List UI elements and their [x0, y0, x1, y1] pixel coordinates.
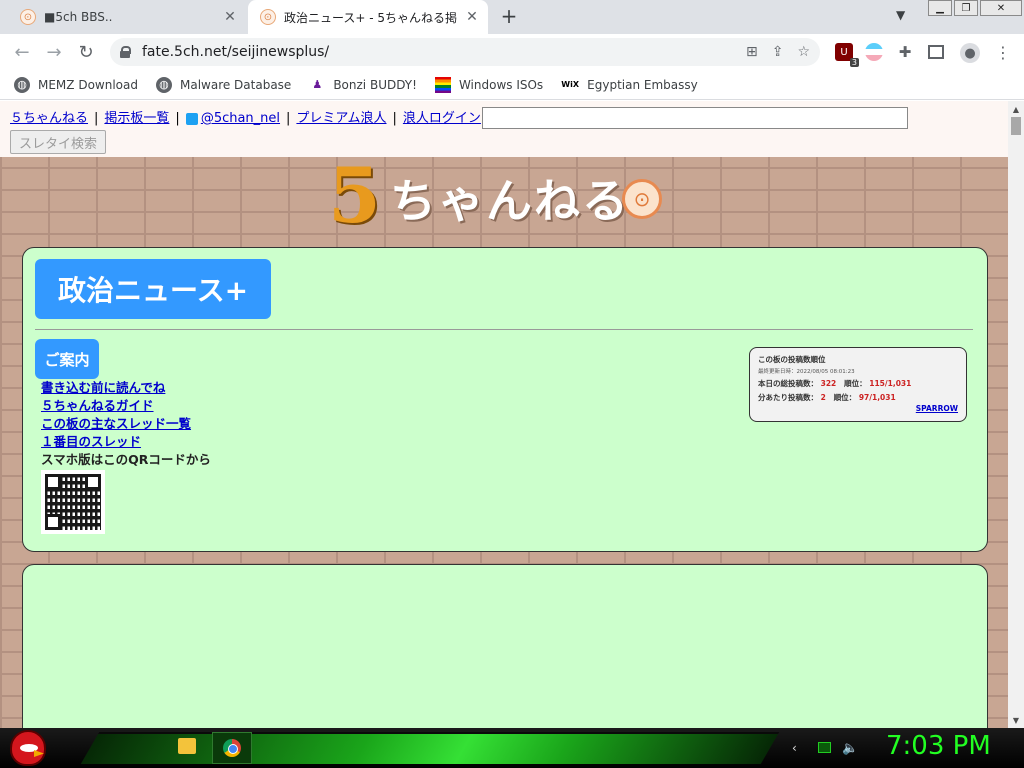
twitter-icon	[185, 112, 198, 125]
start-button-angry-bird-icon[interactable]	[10, 730, 46, 766]
guide-link-5ch-guide[interactable]: ５ちゃんねるガイド	[41, 397, 211, 415]
translate-icon[interactable]: ⊞	[746, 44, 758, 60]
nav-link-twitter[interactable]: @5chan_nel	[201, 111, 280, 126]
trans-flag-extension-icon[interactable]	[865, 43, 883, 61]
omnibox-actions: ⊞ ⇪ ☆	[746, 44, 810, 60]
5ch-seal-icon: ⊙	[260, 9, 276, 25]
address-bar[interactable]: fate.5ch.net/seijinewsplus/ ⊞ ⇪ ☆	[110, 38, 820, 66]
bookmark-memz[interactable]: ◍ MEMZ Download	[14, 76, 138, 93]
minimize-button[interactable]: ▁	[928, 0, 952, 16]
bookmark-egyptian-embassy[interactable]: WiX Egyptian Embassy	[561, 77, 698, 93]
rank-title: この板の投稿数順位	[758, 355, 826, 364]
per-min-rank: 97/1,031	[858, 393, 896, 402]
tab-strip: ⊙ ■5ch BBS.. ✕ ⊙ 政治ニュース+ - 5ちゃんねる掲 ✕ + ▼…	[0, 0, 1024, 34]
chrome-taskbar-button[interactable]	[212, 732, 252, 764]
bookmark-windows-isos[interactable]: Windows ISOs	[434, 76, 544, 93]
extensions-puzzle-icon[interactable]: ✚	[896, 43, 914, 61]
scroll-down-arrow-icon[interactable]: ▼	[1008, 712, 1024, 728]
guide-link-thread-list[interactable]: この板の主なスレッド一覧	[41, 415, 211, 433]
5ch-seal-icon: ⊙	[622, 179, 662, 219]
globe-icon: ◍	[14, 76, 30, 93]
lock-icon[interactable]	[120, 46, 131, 58]
bookmark-star-icon[interactable]: ☆	[797, 44, 810, 60]
qr-caption: スマホ版はこのQRコードから	[41, 452, 211, 467]
web-content: ５ちゃんねる|掲示板一覧|@5chan_nel|プレミアム浪人|浪人ログイン| …	[0, 101, 1008, 728]
sparrow-link[interactable]: SPARROW	[916, 404, 958, 413]
forward-arrow-icon[interactable]: →	[44, 42, 64, 63]
window-close-button[interactable]: ✕	[980, 0, 1022, 16]
nav-link-premium[interactable]: プレミアム浪人	[296, 111, 386, 126]
back-arrow-icon[interactable]: ←	[12, 42, 32, 63]
thread-search-button[interactable]: スレタイ検索	[10, 130, 106, 154]
rank-per-min-row: 分あたり投稿数： 2 順位： 97/1,031	[758, 393, 896, 402]
ublock-extension-icon[interactable]: U3	[835, 43, 859, 67]
guide-header: ご案内	[35, 339, 99, 379]
bookmark-bonzi[interactable]: ♟ Bonzi BUDDY!	[309, 77, 417, 93]
scroll-thumb[interactable]	[1011, 117, 1021, 135]
guide-links: 書き込む前に読んでね ５ちゃんねるガイド この板の主なスレッド一覧 １番目のスレ…	[41, 379, 211, 469]
5ch-seal-icon: ⊙	[20, 9, 36, 25]
logo-digit: 5	[328, 151, 381, 240]
window-controls: ▁ ❐ ✕	[928, 0, 1024, 16]
nav-link-5ch[interactable]: ５ちゃんねる	[10, 111, 88, 126]
posting-rank-widget: この板の投稿数順位 最終更新日時：2022/08/05 08:01:23 本日の…	[749, 347, 967, 422]
network-icon[interactable]	[818, 742, 831, 753]
close-tab-icon[interactable]: ✕	[222, 9, 238, 25]
bookmarks-bar: ◍ MEMZ Download ◍ Malware Database ♟ Bon…	[0, 70, 1024, 100]
chrome-icon	[223, 739, 241, 757]
globe-icon: ◍	[155, 76, 172, 93]
rank-daily-row: 本日の総投稿数： 322 順位： 115/1,031	[758, 379, 912, 388]
bookmark-label: Egyptian Embassy	[587, 77, 698, 92]
guide-link-read-first[interactable]: 書き込む前に読んでね	[41, 379, 211, 397]
bookmark-label: Windows ISOs	[458, 77, 544, 92]
restore-button[interactable]: ❐	[954, 0, 978, 16]
bookmark-label: Malware Database	[179, 77, 292, 92]
page-scrollbar[interactable]: ▲ ▼	[1008, 101, 1024, 728]
rank-updated: 最終更新日時：2022/08/05 08:01:23	[758, 369, 855, 375]
wix-icon: WiX	[561, 80, 580, 89]
side-panel-icon[interactable]	[928, 45, 944, 59]
tab-title: ■5ch BBS..	[44, 10, 113, 24]
thread-list-panel	[22, 564, 988, 728]
guide-link-first-thread[interactable]: １番目のスレッド	[41, 433, 211, 451]
tab-seiji-news[interactable]: ⊙ 政治ニュース+ - 5ちゃんねる掲 ✕	[248, 0, 488, 34]
browser-toolbar: ← → ↻ fate.5ch.net/seijinewsplus/ ⊞ ⇪ ☆ …	[0, 34, 1024, 70]
tab-title: 政治ニュース+ - 5ちゃんねる掲	[284, 10, 458, 25]
file-explorer-icon[interactable]	[178, 738, 196, 754]
tray-arrow-icon[interactable]: ‹	[792, 741, 797, 755]
rainbow-flag-icon	[434, 76, 451, 93]
nav-link-board-list[interactable]: 掲示板一覧	[104, 111, 169, 126]
nav-link-login[interactable]: 浪人ログイン	[403, 111, 481, 126]
menu-kebab-icon[interactable]: ⋮	[994, 43, 1012, 62]
daily-rank: 115/1,031	[869, 379, 912, 388]
close-tab-icon[interactable]: ✕	[464, 9, 480, 25]
site-top-nav: ５ちゃんねる|掲示板一覧|@5chan_nel|プレミアム浪人|浪人ログイン| …	[0, 101, 1008, 157]
board-title: 政治ニュース+	[35, 259, 271, 319]
scroll-up-arrow-icon[interactable]: ▲	[1008, 101, 1024, 117]
bookmark-label: Bonzi BUDDY!	[333, 77, 417, 92]
new-tab-button[interactable]: +	[498, 4, 520, 28]
board-info-panel: 政治ニュース+ ご案内 書き込む前に読んでね ５ちゃんねるガイド この板の主なス…	[22, 247, 988, 552]
volume-icon[interactable]: 🔈	[842, 741, 858, 756]
per-min-count: 2	[820, 393, 826, 402]
daily-count: 322	[820, 379, 837, 388]
divider	[35, 329, 973, 330]
tab-search-chevron-icon[interactable]: ▼	[896, 8, 905, 22]
logo-text: ちゃんねる	[390, 174, 630, 228]
qr-code	[41, 470, 105, 534]
taskbar-clock[interactable]: 7:03 PM	[886, 731, 991, 761]
site-logo[interactable]: 5 ちゃんねる ⊙	[320, 151, 690, 240]
bonzi-icon: ♟	[312, 78, 323, 91]
tab-5ch-bbs[interactable]: ⊙ ■5ch BBS.. ✕	[8, 0, 246, 34]
profile-avatar-icon[interactable]: ●	[960, 43, 980, 63]
reload-icon[interactable]: ↻	[76, 42, 96, 63]
bookmark-malware-db[interactable]: ◍ Malware Database	[155, 76, 292, 93]
url-text[interactable]: fate.5ch.net/seijinewsplus/	[142, 44, 329, 60]
share-icon[interactable]: ⇪	[772, 44, 784, 60]
extension-badge: 3	[849, 58, 859, 67]
taskbar	[0, 728, 1024, 768]
bookmark-label: MEMZ Download	[38, 77, 138, 92]
thread-search-input[interactable]	[482, 107, 908, 129]
